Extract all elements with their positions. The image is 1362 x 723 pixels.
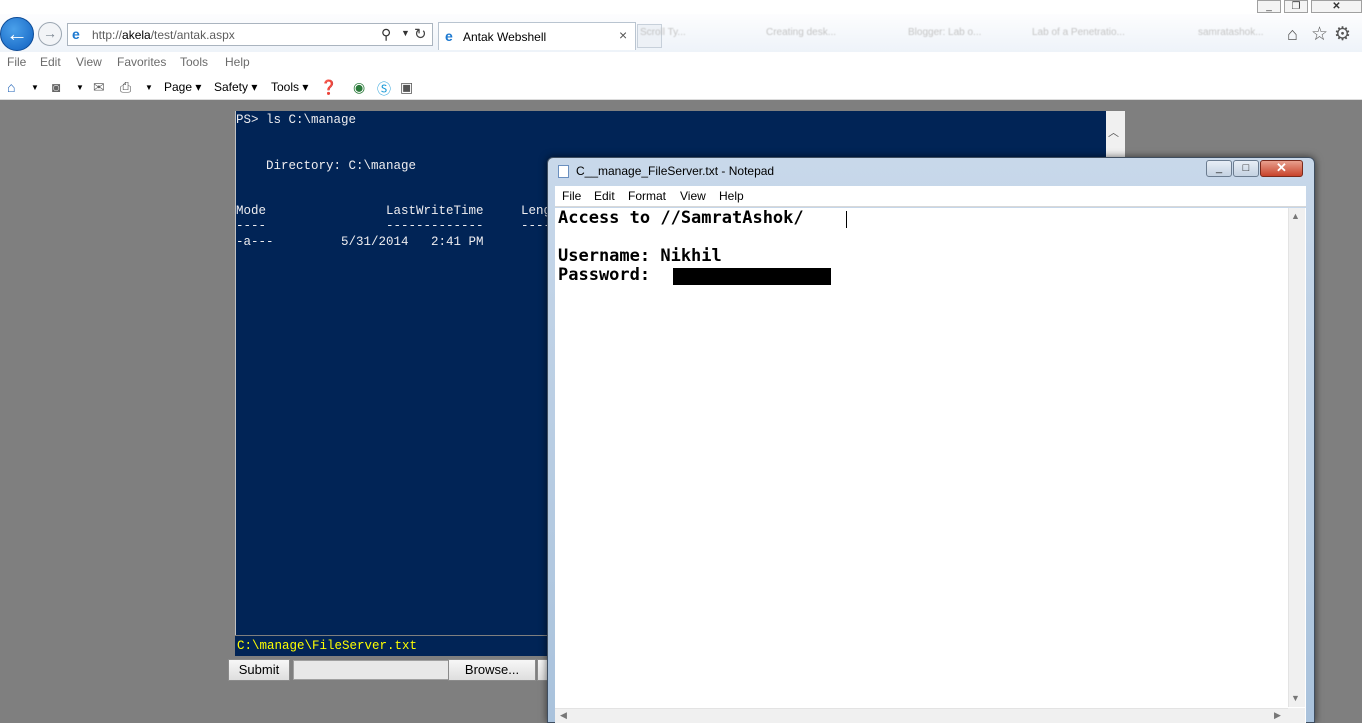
notepad-line: Password: xyxy=(558,265,661,285)
mail-icon[interactable]: ✉ xyxy=(93,79,105,96)
notepad-title: C__manage_FileServer.txt - Notepad xyxy=(576,164,775,178)
console-line: Directory: C:\manage xyxy=(236,158,417,173)
forward-button[interactable]: → xyxy=(38,22,62,46)
tab-antak-webshell[interactable]: e Antak Webshell × xyxy=(438,22,636,50)
notepad-menu-format[interactable]: Format xyxy=(628,189,666,203)
console-line: -a--- 5/31/2014 2:41 PM xyxy=(236,234,484,249)
ghost-tab: Lab of a Penetratio... xyxy=(1032,27,1125,38)
scroll-left-icon[interactable]: ◀ xyxy=(560,710,567,721)
notepad-vertical-scrollbar[interactable] xyxy=(1288,208,1305,707)
notepad-icon xyxy=(558,165,569,178)
ghost-tab: Creating desk... xyxy=(766,27,837,38)
notepad-close-button[interactable]: ✕ xyxy=(1260,160,1303,177)
notepad-text-area[interactable] xyxy=(555,208,1306,723)
tab-label: Antak Webshell xyxy=(463,30,547,44)
ghost-tab: Scroll Ty... xyxy=(640,27,686,38)
favorites-star-icon[interactable]: ☆ xyxy=(1311,23,1328,46)
scroll-up-icon[interactable]: ▲ xyxy=(1291,211,1300,221)
scroll-up-icon[interactable]: ︿ xyxy=(1108,124,1119,140)
ghost-tab: Blogger: Lab o... xyxy=(908,27,982,38)
help-icon[interactable]: ❓ xyxy=(320,79,337,96)
notepad-line: Access to //SamratAshok/ xyxy=(558,208,804,228)
menu-file[interactable]: File xyxy=(7,55,26,69)
submit-button[interactable]: Submit xyxy=(228,659,290,681)
console-output: PS> ls C:\manage Directory: C:\manage Mo… xyxy=(236,113,566,250)
address-url: http://akela/test/antak.aspx xyxy=(92,28,235,42)
notepad-menu-edit[interactable]: Edit xyxy=(594,189,615,203)
notepad-horizontal-scrollbar[interactable] xyxy=(555,708,1288,723)
close-icon[interactable]: × xyxy=(619,27,627,43)
command-input-value: C:\manage\FileServer.txt xyxy=(237,639,418,653)
research-icon[interactable]: ▣ xyxy=(400,79,413,96)
search-icon[interactable]: ⚲ xyxy=(381,26,391,43)
feeds-icon[interactable]: ◙ xyxy=(52,79,60,95)
home-icon[interactable]: ⌂ xyxy=(1287,24,1298,45)
browse-button[interactable]: Browse... xyxy=(448,659,536,681)
command-bar xyxy=(0,74,1362,100)
chevron-down-icon[interactable]: ▼ xyxy=(76,83,84,92)
menu-view[interactable]: View xyxy=(76,55,102,69)
notepad-maximize-button[interactable]: □ xyxy=(1233,160,1259,177)
gear-icon[interactable]: ⚙ xyxy=(1334,23,1351,46)
text-caret xyxy=(846,211,847,228)
notepad-menu-bar xyxy=(555,186,1306,207)
ie-page-icon: e xyxy=(445,28,453,44)
print-icon[interactable]: ⎙ xyxy=(120,79,131,96)
eye-icon[interactable]: ◉ xyxy=(353,79,365,96)
ghost-tab: samratashok... xyxy=(1198,27,1264,38)
safety-menu[interactable]: Safety ▾ xyxy=(214,80,257,94)
address-bar[interactable]: e http://akela/test/antak.aspx ⚲ ▼ ↻ xyxy=(67,23,433,46)
menu-favorites[interactable]: Favorites xyxy=(117,55,166,69)
scroll-down-icon[interactable]: ▼ xyxy=(1291,693,1300,703)
minimize-button[interactable]: _ xyxy=(1257,0,1281,13)
ie-page-icon: e xyxy=(72,26,80,42)
notepad-menu-help[interactable]: Help xyxy=(719,189,744,203)
redaction-bar xyxy=(673,268,831,285)
close-window-button[interactable]: ✕ xyxy=(1311,0,1362,13)
page-menu[interactable]: Page ▾ xyxy=(164,80,201,94)
file-path-field[interactable] xyxy=(293,660,449,680)
home-icon[interactable]: ⌂ xyxy=(7,79,15,95)
console-line: Mode LastWriteTime Length xyxy=(236,204,567,219)
skype-icon[interactable]: Ⓢ xyxy=(377,79,391,99)
chevron-down-icon[interactable]: ▼ xyxy=(31,83,39,92)
notepad-menu-view[interactable]: View xyxy=(680,189,706,203)
chevron-down-icon[interactable]: ▼ xyxy=(401,28,410,38)
tools-menu[interactable]: Tools ▾ xyxy=(271,80,308,94)
restore-button[interactable]: ❐ xyxy=(1284,0,1308,13)
back-button[interactable]: ← xyxy=(0,17,34,51)
notepad-menu-file[interactable]: File xyxy=(562,189,581,203)
console-line: PS> ls C:\manage xyxy=(236,113,357,127)
refresh-icon[interactable]: ↻ xyxy=(414,25,427,43)
notepad-line: Username: Nikhil xyxy=(558,246,722,266)
scrollbar-corner xyxy=(1288,708,1305,723)
menu-edit[interactable]: Edit xyxy=(40,55,61,69)
scroll-right-icon[interactable]: ▶ xyxy=(1274,710,1281,721)
menu-help[interactable]: Help xyxy=(225,55,250,69)
chevron-down-icon[interactable]: ▼ xyxy=(145,83,153,92)
notepad-minimize-button[interactable]: _ xyxy=(1206,160,1232,177)
console-line: ---- ------------- ------ xyxy=(236,219,567,234)
menu-tools[interactable]: Tools xyxy=(180,55,208,69)
